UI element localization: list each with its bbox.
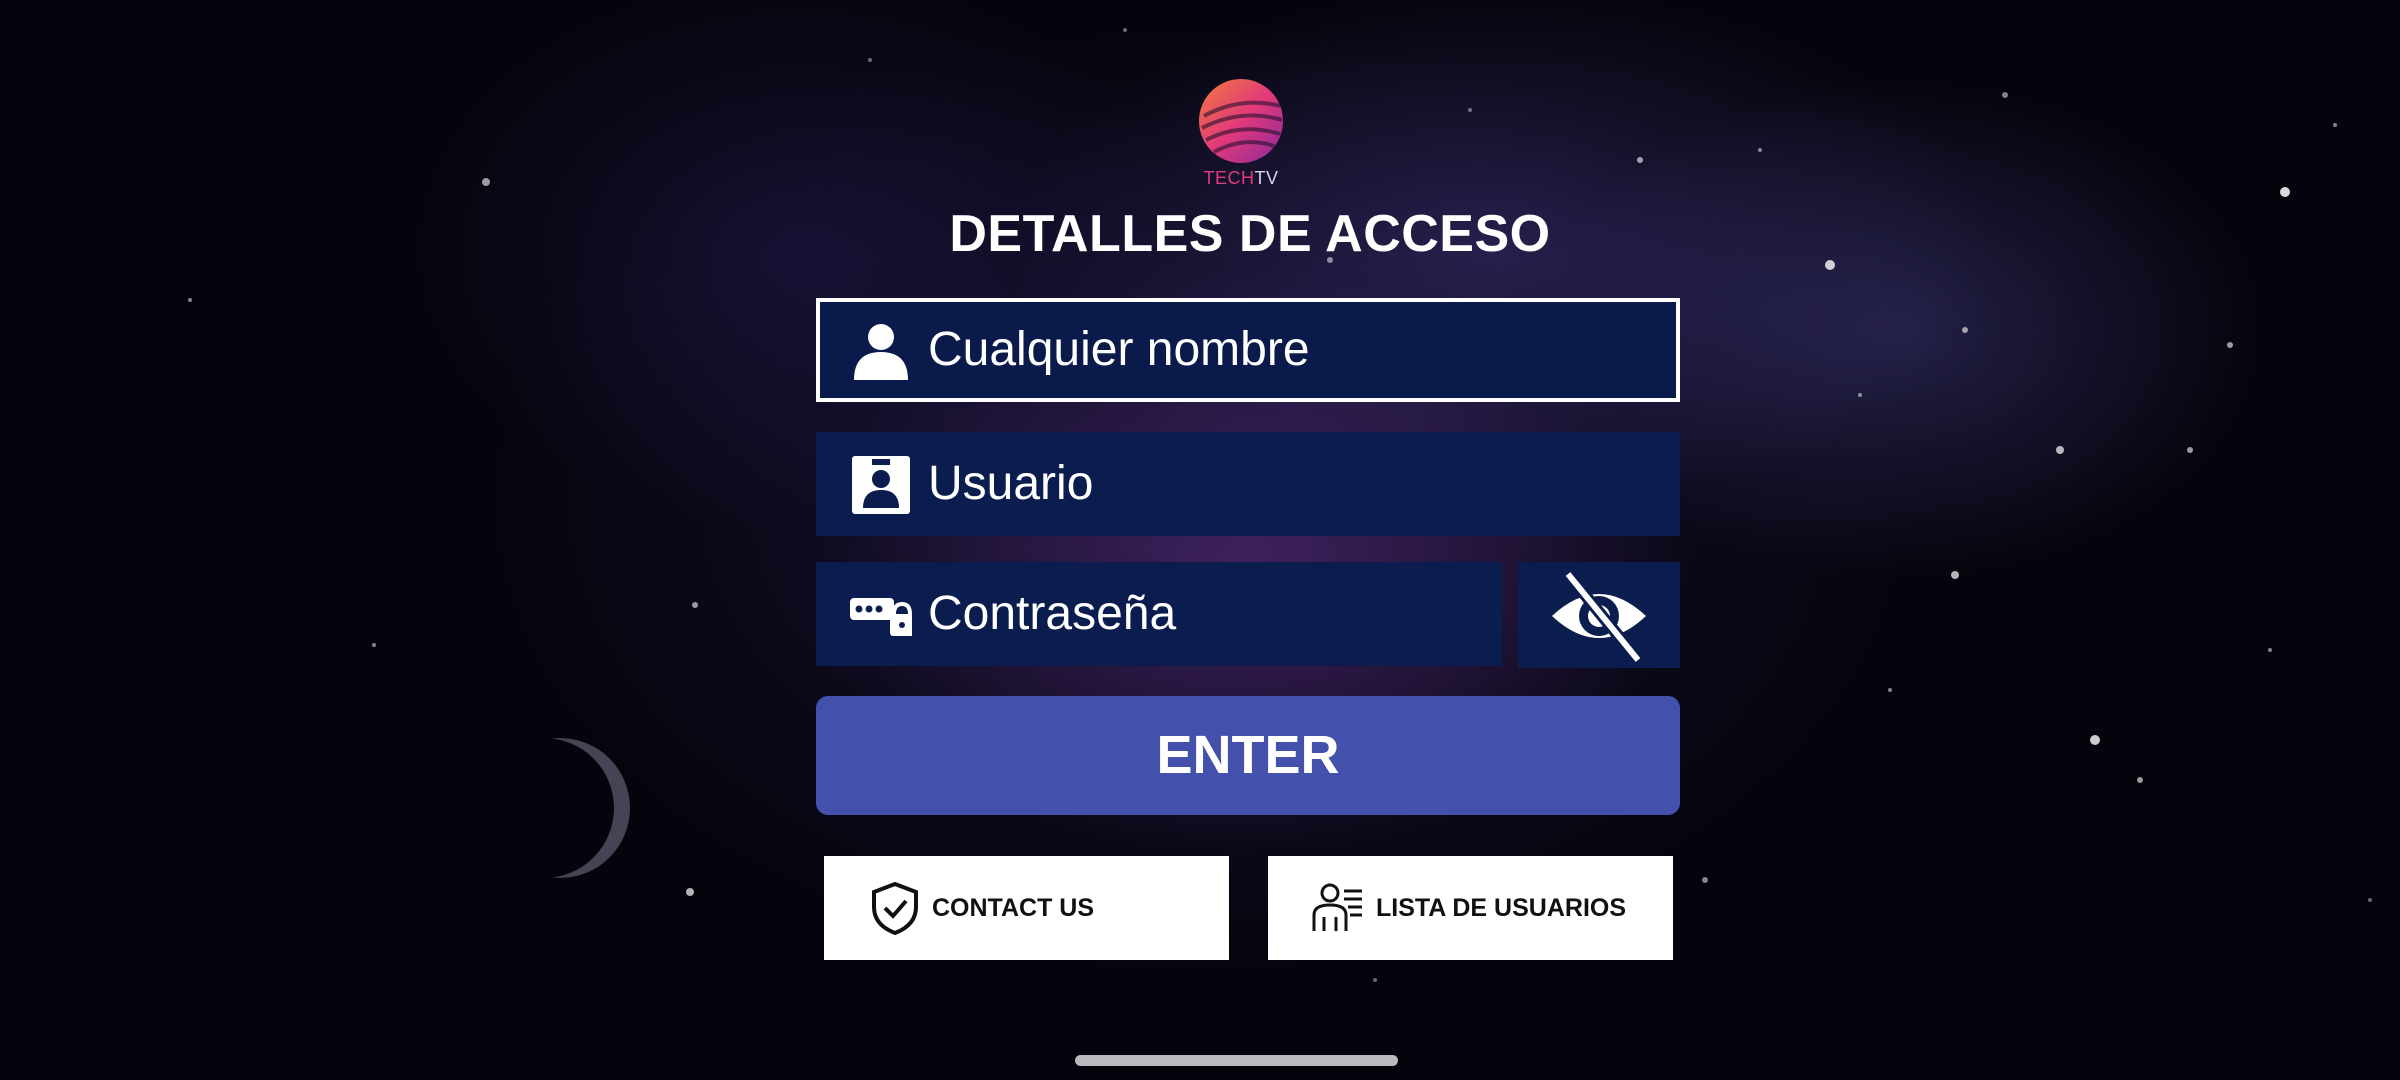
person-icon xyxy=(854,324,908,380)
user-list-button[interactable]: LISTA DE USUARIOS xyxy=(1268,856,1673,960)
name-field-placeholder: Cualquier nombre xyxy=(928,323,1310,376)
name-field[interactable]: Cualquier nombre xyxy=(816,298,1680,402)
password-field-placeholder: Contraseña xyxy=(928,587,1177,640)
shield-check-icon xyxy=(872,881,918,935)
toggle-password-visibility-button[interactable] xyxy=(1518,562,1680,668)
id-badge-icon xyxy=(852,456,910,514)
home-indicator[interactable] xyxy=(1075,1055,1398,1066)
contact-us-button[interactable]: CONTACT US xyxy=(824,856,1229,960)
users-list-icon xyxy=(1312,883,1362,931)
enter-button[interactable]: ENTER xyxy=(816,696,1680,815)
contact-us-label: CONTACT US xyxy=(932,894,1095,922)
eye-off-icon xyxy=(1552,570,1646,664)
globe-logo-icon xyxy=(1199,79,1283,163)
user-field[interactable]: Usuario xyxy=(816,432,1680,536)
password-lock-icon xyxy=(850,598,912,636)
password-field[interactable]: Contraseña xyxy=(816,562,1502,666)
moon-crescent xyxy=(490,738,630,878)
user-field-placeholder: Usuario xyxy=(928,457,1094,510)
page-title: DETALLES DE ACCESO xyxy=(949,205,1551,263)
logo-wordmark: TECHTV xyxy=(1203,168,1279,188)
user-list-label: LISTA DE USUARIOS xyxy=(1376,894,1627,922)
